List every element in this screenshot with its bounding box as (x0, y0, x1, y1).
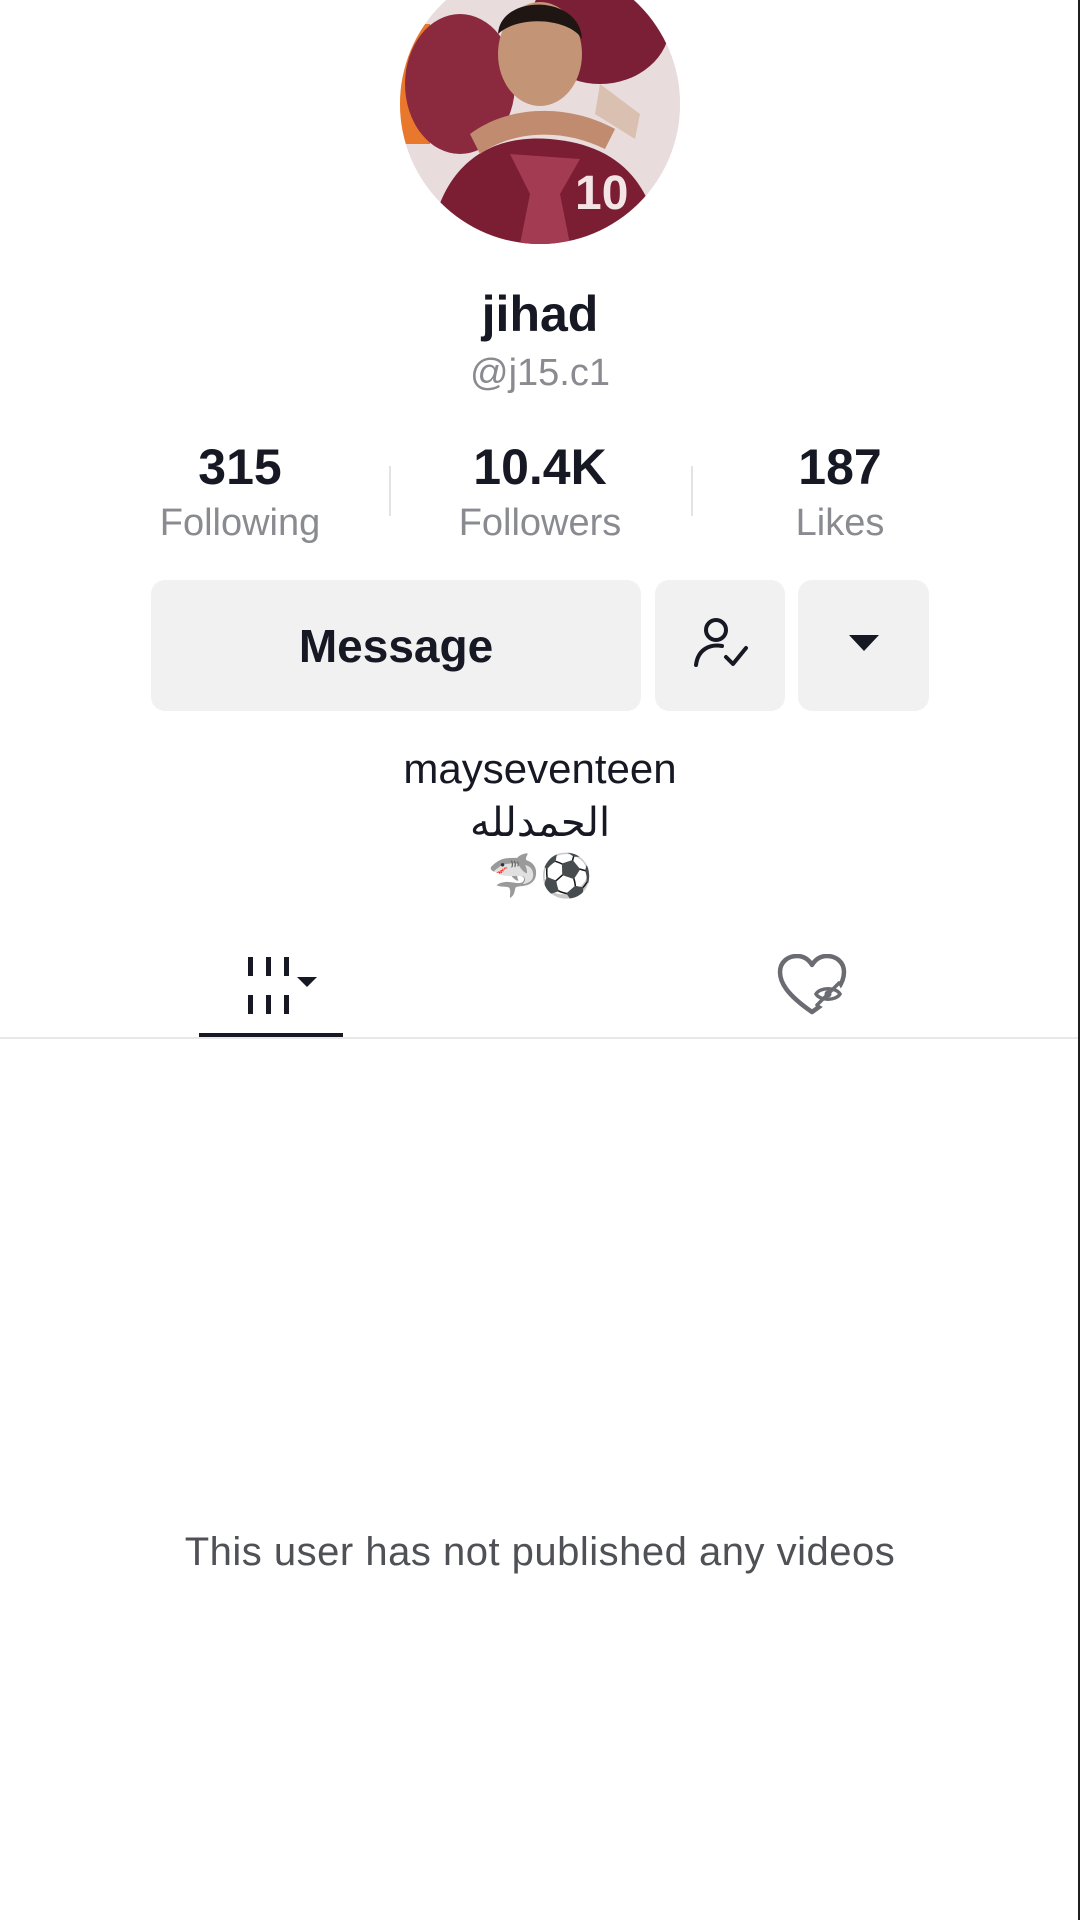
bio-line-3: 🦈⚽ (487, 852, 593, 899)
likes-count: 187 (798, 439, 882, 495)
tabs-divider (0, 1037, 1080, 1039)
bio-line-1: mayseventeen (403, 745, 677, 792)
stat-likes[interactable]: 187 Likes (720, 438, 960, 550)
stat-divider (691, 466, 693, 516)
username: @j15.c1 (470, 352, 610, 394)
avatar-photo: 10 (400, 0, 680, 244)
followers-label: Followers (458, 502, 622, 544)
caret-down-icon (846, 631, 882, 660)
liked-hidden-icon (776, 953, 848, 1023)
user-check-icon (690, 613, 750, 678)
followers-count: 10.4K (473, 439, 607, 495)
more-options-button[interactable] (798, 580, 929, 711)
stat-divider (389, 466, 391, 516)
following-count: 315 (198, 439, 282, 495)
profile-page: 10 jihad @j15.c1 315 Following 10.4K Fol… (0, 0, 1080, 1920)
following-label: Following (159, 502, 321, 544)
tab-liked[interactable] (760, 938, 864, 1038)
avatar[interactable]: 10 (400, 0, 680, 244)
chevron-down-icon (297, 976, 317, 987)
following-status-button[interactable] (655, 580, 785, 711)
message-button[interactable]: Message (151, 580, 641, 711)
stat-following[interactable]: 315 Following (120, 438, 360, 550)
display-name: jihad (481, 286, 599, 342)
grid-icon (221, 955, 321, 1022)
tab-videos[interactable] (199, 938, 343, 1038)
jersey-number: 10 (575, 167, 628, 220)
empty-state-message: This user has not published any videos (184, 1530, 896, 1574)
stat-followers[interactable]: 10.4K Followers (420, 438, 660, 550)
likes-label: Likes (795, 502, 885, 544)
bio-line-2: الحمدلله (469, 801, 611, 845)
